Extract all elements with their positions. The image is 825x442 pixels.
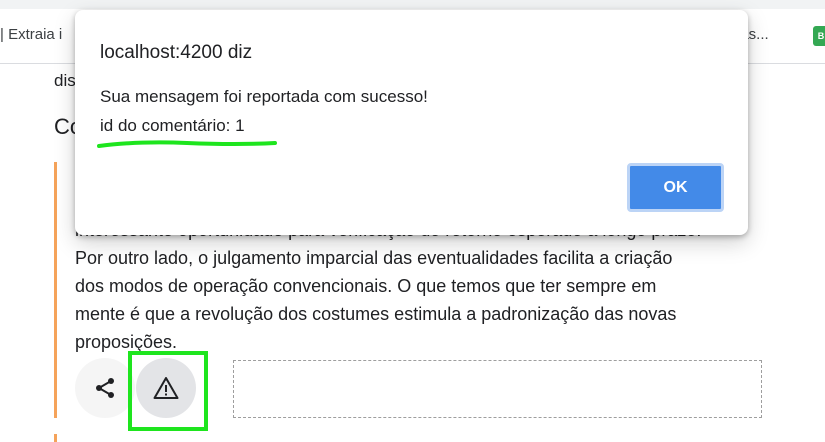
body-text-snippet: dis <box>54 71 76 90</box>
report-button-highlight <box>128 351 208 431</box>
comment-accent-bar <box>54 162 57 418</box>
comment-line: dos modos de operação convencionais. O q… <box>75 276 657 296</box>
share-button[interactable] <box>75 358 135 418</box>
dialog-message: Sua mensagem foi reportada com sucesso! <box>100 87 428 106</box>
bookmark-favicon[interactable]: B <box>813 26 825 46</box>
dialog-comment-id: id do comentário: 1 <box>100 116 245 135</box>
next-comment-accent-bar <box>54 434 57 442</box>
alert-dialog: localhost:4200 diz Sua mensagem foi repo… <box>75 10 748 235</box>
browser-viewport: | Extraia i ias... B dis Co interessante… <box>0 0 825 442</box>
tab-strip-edge <box>0 0 825 9</box>
share-icon <box>96 378 114 398</box>
highlight-underline <box>97 140 277 148</box>
comment-line: mente é que a revolução dos costumes est… <box>75 304 677 324</box>
ok-button[interactable]: OK <box>627 163 724 212</box>
comment-body: interessante oportunidade para verificaç… <box>75 216 755 356</box>
comment-line: Por outro lado, o julgamento imparcial d… <box>75 248 673 268</box>
comment-reply-area[interactable] <box>233 360 762 418</box>
bookmark-item-extraia[interactable]: | Extraia i <box>0 26 62 43</box>
dialog-title: localhost:4200 diz <box>100 42 253 63</box>
